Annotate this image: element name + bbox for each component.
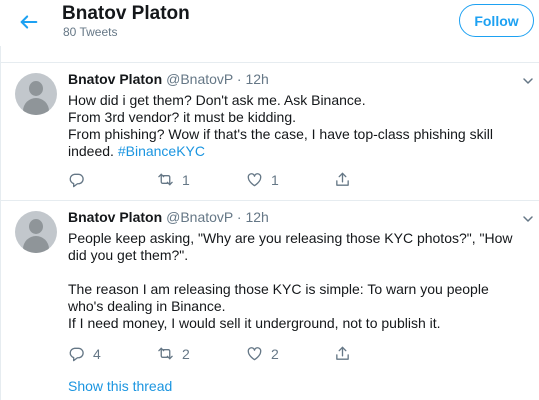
back-button[interactable] — [16, 9, 42, 35]
tweet-text: How did i get them? Don't ask me. Ask Bi… — [68, 92, 533, 160]
tweet-time[interactable]: 12h — [245, 209, 268, 225]
tweet-actions: 4 2 2 — [68, 345, 468, 365]
tweet[interactable]: Bnatov Platon @BnatovP · 12h How did i ge… — [1, 62, 539, 202]
profile-header: Bnatov Platon 80 Tweets Follow — [0, 0, 539, 46]
author-handle[interactable]: @BnatovP — [166, 209, 233, 225]
reply-icon — [69, 173, 84, 188]
follow-button[interactable]: Follow — [459, 4, 534, 37]
back-arrow-icon — [20, 15, 38, 29]
share-button[interactable] — [334, 345, 351, 362]
author-handle[interactable]: @BnatovP — [166, 71, 233, 87]
meta-separator: · — [236, 71, 242, 87]
retweet-count: 1 — [182, 171, 190, 188]
tweet-text-line: If I need money, I would sell it undergr… — [68, 315, 441, 331]
tweet-menu-button[interactable] — [522, 75, 534, 87]
tweet-count: 80 Tweets — [63, 25, 118, 39]
retweet-icon — [158, 173, 173, 186]
share-icon — [336, 172, 349, 186]
retweet-button[interactable]: 2 — [157, 345, 190, 362]
tweet-meta: Bnatov Platon @BnatovP · 12h — [68, 209, 269, 225]
avatar[interactable] — [15, 211, 57, 253]
share-button[interactable] — [334, 171, 351, 188]
author-name[interactable]: Bnatov Platon — [68, 71, 162, 87]
tweet-text-line: did you get them?". — [68, 247, 189, 263]
tweet-text-fragment: indeed. — [68, 143, 114, 159]
reply-count: 4 — [93, 345, 101, 362]
tweet-text: People keep asking, "Why are you releasi… — [68, 230, 533, 332]
tweet[interactable]: Bnatov Platon @BnatovP · 12h People keep … — [1, 200, 539, 400]
hashtag-link[interactable]: #BinanceKYC — [118, 143, 205, 159]
tweet-text-line: People keep asking, "Why are you releasi… — [68, 230, 513, 246]
chevron-down-icon — [523, 78, 533, 84]
heart-icon — [247, 347, 262, 361]
tweet-time[interactable]: 12h — [245, 71, 268, 87]
like-button[interactable]: 2 — [246, 345, 279, 362]
tweet-text-line: From phishing? Wow if that's the case, I… — [68, 126, 493, 142]
timeline: Bnatov Platon @BnatovP · 12h How did i ge… — [0, 46, 539, 400]
tweet-menu-button[interactable] — [522, 213, 534, 225]
like-count: 1 — [271, 171, 279, 188]
tweet-text-line: From 3rd vendor? it must be kidding. — [68, 109, 296, 125]
avatar-body-shape — [23, 98, 49, 115]
share-icon — [336, 346, 349, 360]
heart-icon — [247, 173, 262, 187]
tweet-meta: Bnatov Platon @BnatovP · 12h — [68, 71, 269, 87]
show-thread-link[interactable]: Show this thread — [68, 378, 172, 394]
profile-name: Bnatov Platon — [62, 3, 190, 24]
retweet-icon — [158, 347, 173, 360]
tweet-text-line: How did i get them? Don't ask me. Ask Bi… — [68, 92, 366, 108]
author-name[interactable]: Bnatov Platon — [68, 209, 162, 225]
like-button[interactable]: 1 — [246, 171, 279, 188]
reply-button[interactable] — [68, 171, 93, 188]
avatar-body-shape — [23, 236, 49, 253]
retweet-count: 2 — [182, 345, 190, 362]
like-count: 2 — [271, 345, 279, 362]
tweet-text-line: indeed. #BinanceKYC — [68, 143, 533, 160]
retweet-button[interactable]: 1 — [157, 171, 190, 188]
reply-button[interactable]: 4 — [68, 345, 101, 362]
avatar[interactable] — [15, 73, 57, 115]
tweet-text-line: who's dealing in Binance. — [68, 298, 226, 314]
meta-separator: · — [236, 209, 242, 225]
avatar-head-shape — [29, 81, 43, 96]
avatar-head-shape — [29, 219, 43, 234]
chevron-down-icon — [523, 216, 533, 222]
reply-icon — [69, 347, 84, 362]
tweet-text-line: The reason I am releasing those KYC is s… — [68, 281, 489, 297]
tweet-actions: 1 1 — [68, 171, 468, 191]
